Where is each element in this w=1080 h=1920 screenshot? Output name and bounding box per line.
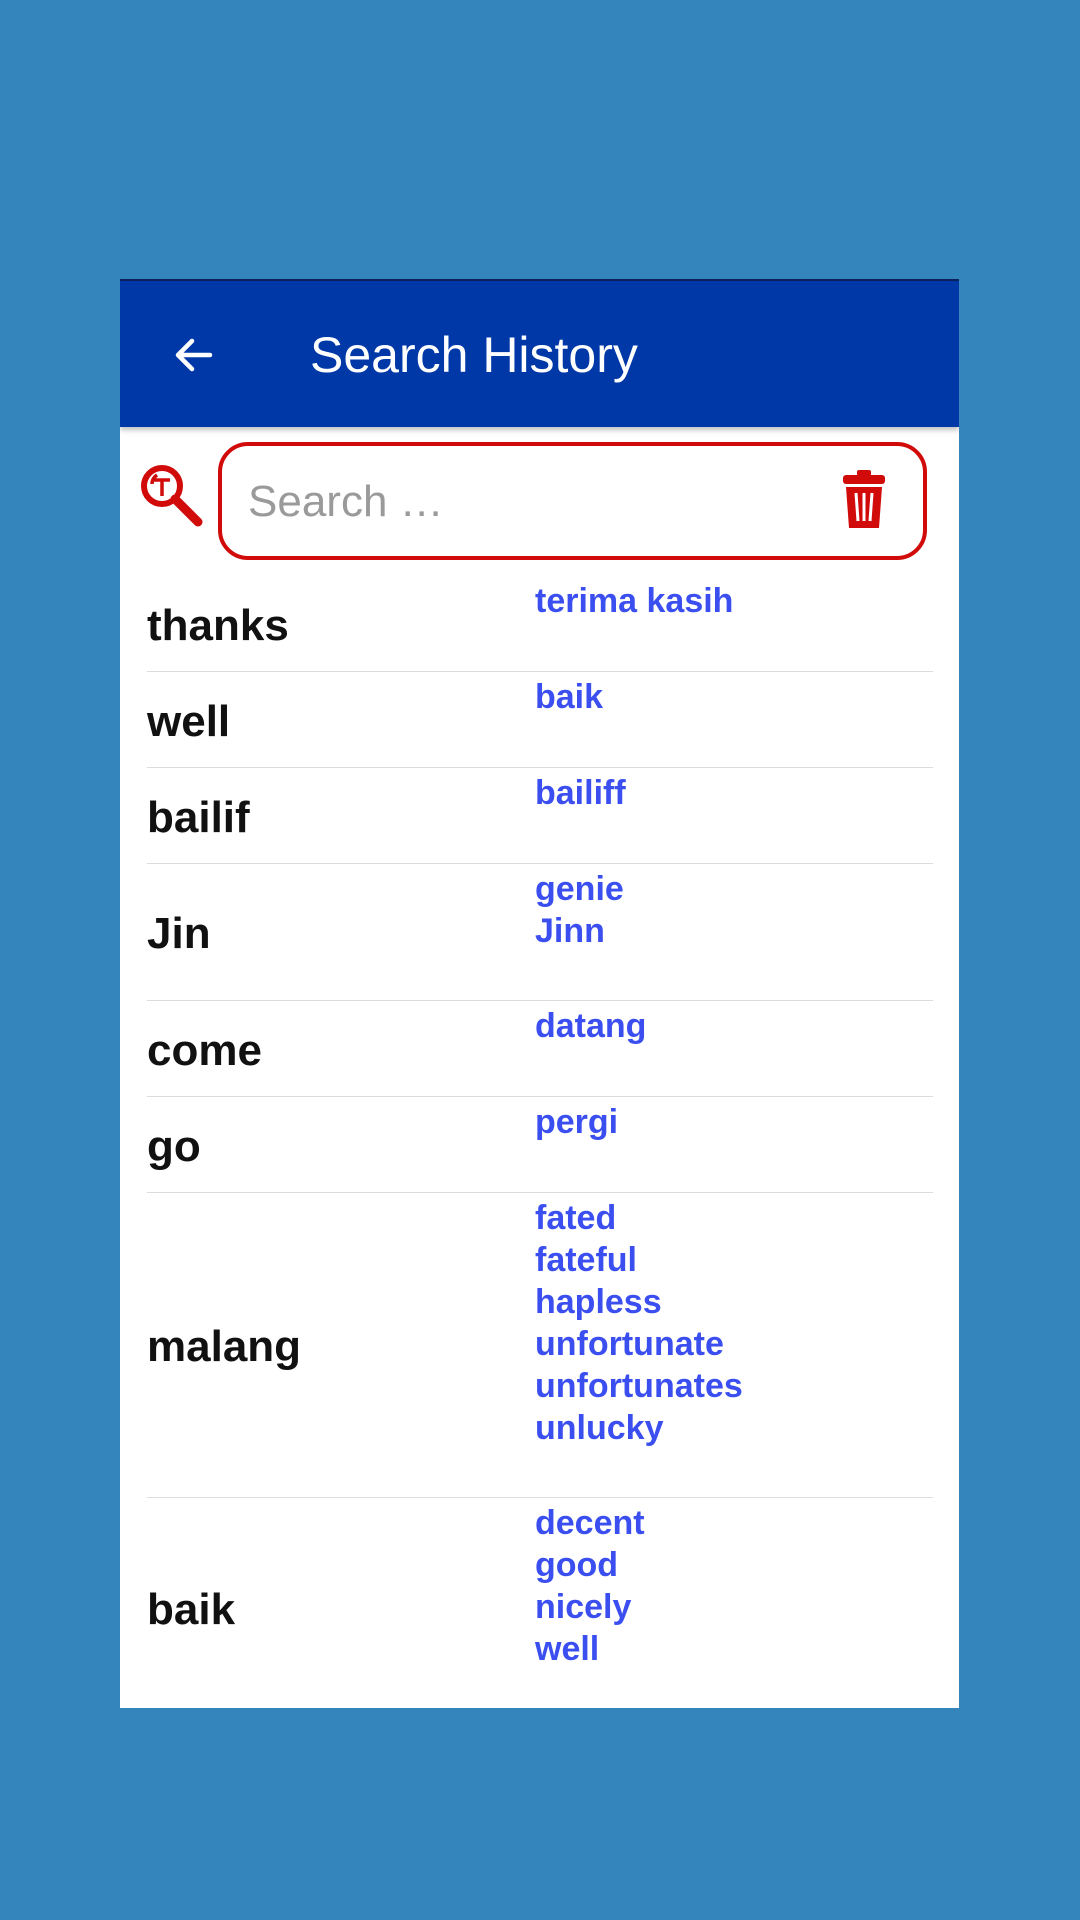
source-word: well	[147, 696, 231, 746]
translation: bailiff	[535, 774, 626, 812]
translations: datang	[535, 1001, 646, 1096]
translation: hapless	[535, 1283, 662, 1321]
translation: pergi	[535, 1103, 619, 1141]
translations: decent good nicely well	[535, 1498, 645, 1708]
translation: datang	[535, 1007, 647, 1045]
history-row[interactable]: come datang	[147, 1001, 933, 1097]
history-row[interactable]: malang fated fateful hapless unfortunate unfo…	[147, 1193, 933, 1498]
history-row[interactable]: go pergi	[147, 1097, 933, 1193]
translation: decent	[535, 1504, 645, 1542]
translation: unlucky	[535, 1409, 664, 1447]
source-word: thanks	[147, 600, 289, 650]
trash-icon[interactable]	[841, 468, 887, 530]
translation: fateful	[535, 1241, 637, 1279]
search-input[interactable]	[246, 466, 810, 538]
translation: well	[535, 1630, 600, 1668]
history-row[interactable]: well baik	[147, 672, 933, 768]
history-list: thanks terima kasih well baik bailif bailiff J…	[147, 576, 933, 1708]
source-word: bailif	[147, 792, 250, 842]
translations: bailiff	[535, 768, 626, 863]
history-row[interactable]: baik decent good nicely well	[147, 1498, 933, 1708]
translation: baik	[535, 678, 604, 716]
translations: genie Jinn	[535, 864, 624, 1000]
translation: unfortunates	[535, 1367, 743, 1405]
search-row	[120, 427, 959, 567]
page-title: Search History	[310, 327, 638, 383]
translations: baik	[535, 672, 603, 767]
history-row[interactable]: bailif bailiff	[147, 768, 933, 864]
translation: unfortunate	[535, 1325, 724, 1363]
translations: terima kasih	[535, 576, 733, 671]
translations: pergi	[535, 1097, 618, 1192]
app-bar: Search History	[120, 279, 959, 427]
source-word: come	[147, 1025, 262, 1075]
translation: fated	[535, 1199, 617, 1237]
history-row[interactable]: Jin genie Jinn	[147, 864, 933, 1001]
search-history-card: Search History thanksterima kasihwellbai…	[120, 279, 959, 1708]
translation: genie	[535, 870, 624, 908]
translation: Jinn	[535, 912, 605, 950]
source-word: baik	[147, 1585, 236, 1634]
translations: fated fateful hapless unfortunate unfortunat…	[535, 1193, 743, 1497]
translation: good	[535, 1546, 619, 1584]
source-word: Jin	[147, 909, 211, 958]
translation: nicely	[535, 1588, 632, 1626]
search-field	[218, 442, 927, 560]
arrow-left-icon[interactable]	[170, 331, 218, 379]
source-word: malang	[147, 1322, 302, 1371]
translation: terima kasih	[535, 582, 734, 620]
history-row[interactable]: thanks terima kasih	[147, 576, 933, 672]
translate-search-icon[interactable]	[138, 462, 206, 530]
source-word: go	[147, 1121, 201, 1171]
